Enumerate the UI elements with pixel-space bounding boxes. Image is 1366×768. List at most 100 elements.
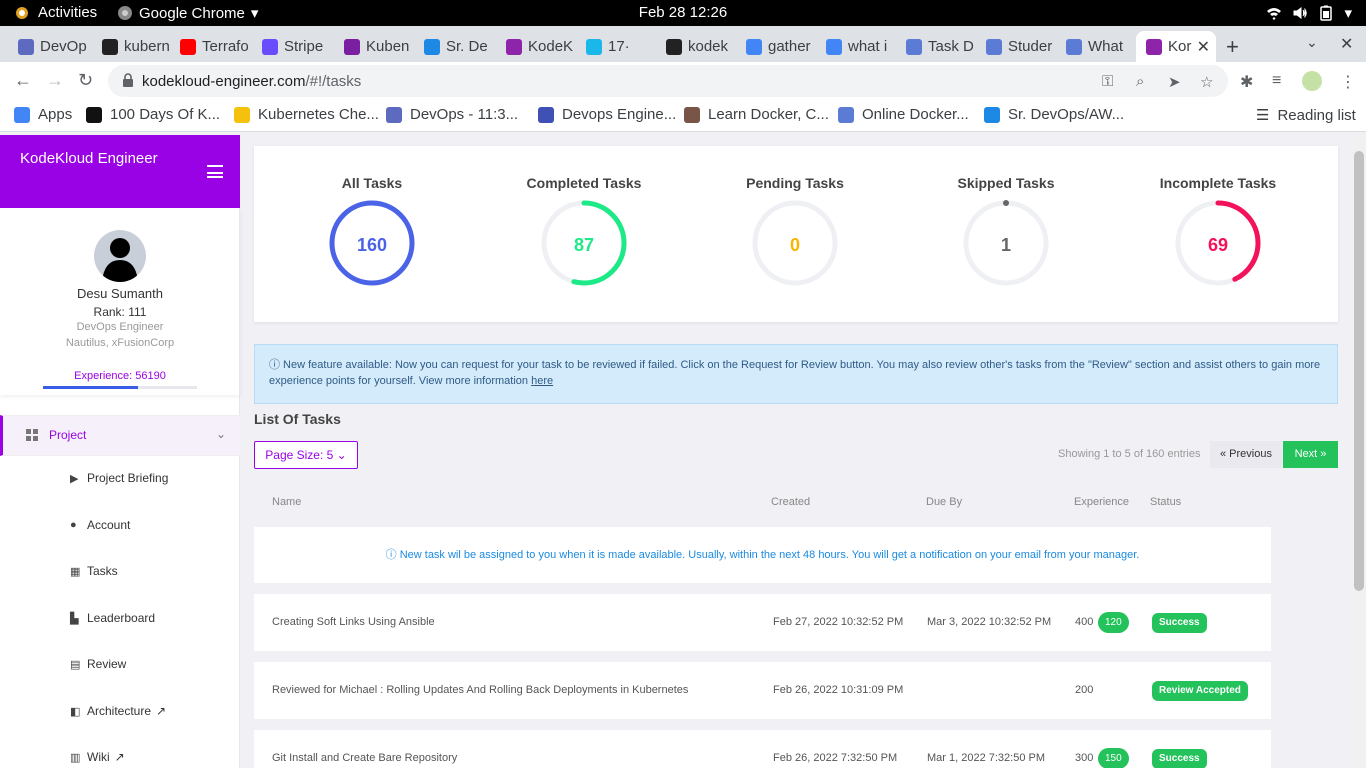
scrollbar-thumb[interactable] <box>1354 151 1364 591</box>
tab[interactable]: Stripe <box>252 31 334 62</box>
brand-title[interactable]: KodeKloud Engineer <box>20 150 158 167</box>
experience-progress-bar <box>43 386 197 389</box>
back-arrow-icon[interactable]: ← <box>14 70 32 91</box>
tab-close-icon[interactable]: ✕ <box>1197 37 1210 57</box>
bookmark-label: Devops Engine... <box>562 106 677 123</box>
task-name[interactable]: Creating Soft Links Using Ansible <box>272 616 435 628</box>
key-icon[interactable]: ⚿ <box>1102 73 1113 90</box>
tab-label: kubern <box>124 38 170 55</box>
zoom-icon[interactable]: ⌕ <box>1136 73 1144 90</box>
sidebar-item-architecture[interactable]: ◧ Architecture ↗ <box>70 704 166 718</box>
dashboard-icon <box>26 429 38 441</box>
task-name[interactable]: Reviewed for Michael : Rolling Updates A… <box>272 684 688 696</box>
tab[interactable]: What <box>1056 31 1136 62</box>
forward-arrow-icon[interactable]: → <box>46 70 64 91</box>
sidebar-item-leaderboard[interactable]: ▙ Leaderboard <box>70 611 155 625</box>
next-page-button[interactable]: Next » <box>1283 441 1338 468</box>
tab[interactable]: what i <box>816 31 896 62</box>
column-header-created: Created <box>771 496 811 508</box>
alert-link[interactable]: here <box>531 375 553 387</box>
sidebar-item-label: Architecture <box>87 704 152 718</box>
url-path: /#!/tasks <box>305 73 362 90</box>
reload-icon[interactable]: ↻ <box>78 70 93 91</box>
table-row[interactable]: Git Install and Create Bare Repository Fe… <box>254 730 1271 768</box>
page-size-dropdown[interactable]: Page Size: 5 ⌄ <box>254 441 358 469</box>
sidebar-item-review[interactable]: ▤ Review <box>70 657 126 671</box>
tab-search-icon[interactable]: ⌄ <box>1306 34 1318 51</box>
status-badge: Success <box>1152 749 1207 768</box>
system-tray[interactable]: ▾ <box>1266 4 1352 22</box>
address-bar[interactable]: kodekloud-engineer.com/#!/tasks ⚿ ⌕ ➤ ☆ <box>108 65 1228 97</box>
lock-icon <box>123 73 133 87</box>
tab[interactable]: Sr. De <box>414 31 496 62</box>
sidebar-item-label: Leaderboard <box>87 611 156 625</box>
favicon-icon <box>18 38 34 55</box>
wifi-icon <box>1267 8 1282 20</box>
bookmark-item[interactable]: Online Docker... <box>838 106 969 123</box>
favicon-icon <box>262 38 278 55</box>
user-org: Nautilus, xFusionCorp <box>65 337 175 349</box>
window-close-icon[interactable]: ✕ <box>1340 34 1353 54</box>
bookmark-item[interactable]: Devops Engine... <box>538 106 676 123</box>
reading-list-button[interactable]: ☰ Reading list <box>1256 106 1356 125</box>
sidebar-item-tasks[interactable]: ▦ Tasks <box>70 564 118 578</box>
user-role: DevOps Engineer <box>76 321 164 333</box>
chrome-icon <box>118 6 132 20</box>
bookmark-item[interactable]: Kubernetes Che... <box>234 106 379 123</box>
tab-label: Kuben <box>366 38 410 55</box>
task-name[interactable]: Git Install and Create Bare Repository <box>272 752 457 764</box>
app-menu[interactable]: Google Chrome ▾ <box>117 4 258 22</box>
tab[interactable]: gather <box>736 31 816 62</box>
bookmark-item[interactable]: Learn Docker, C... <box>684 106 829 123</box>
sidebar-item-project[interactable]: Project ⌄ <box>0 415 240 456</box>
tab[interactable]: 17· <box>576 31 656 62</box>
stat-label: Completed Tasks <box>526 175 642 191</box>
menu-dots-icon[interactable]: ⋮ <box>1340 72 1356 92</box>
tab[interactable]: kodek <box>656 31 736 62</box>
favicon-icon <box>386 106 402 123</box>
tab-label: Studer <box>1008 38 1053 55</box>
stat-value: 160 <box>356 235 388 255</box>
sidebar-item-project-briefing[interactable]: ▶ Project Briefing <box>70 471 168 485</box>
tab[interactable]: Task D <box>896 31 976 62</box>
bookmark-item[interactable]: Apps <box>14 106 72 123</box>
reading-list-label: Reading list <box>1277 106 1356 124</box>
bookmark-item[interactable]: DevOps - 11:3... <box>386 106 518 123</box>
profile-avatar[interactable] <box>1302 71 1322 91</box>
task-created: Feb 26, 2022 7:32:50 PM <box>773 752 898 764</box>
bookmark-label: Online Docker... <box>862 106 969 123</box>
sidebar-item-label: Review <box>87 657 127 671</box>
tab[interactable]: Studer <box>976 31 1056 62</box>
bookmark-item[interactable]: Sr. DevOps/AW... <box>984 106 1124 123</box>
url-host: kodekloud-engineer.com <box>142 73 306 90</box>
new-task-notice: ⓘ New task wil be assigned to you when i… <box>254 527 1271 583</box>
favicon-icon <box>344 38 360 55</box>
page-scrollbar[interactable] <box>1352 135 1366 768</box>
hamburger-menu-icon[interactable] <box>207 165 223 178</box>
tab-strip: DevOp kubern Terrafo Stripe Kuben Sr. De KodeK… <box>0 26 1366 62</box>
previous-page-button[interactable]: « Previous <box>1210 441 1282 468</box>
activities-button[interactable]: Activities <box>14 4 97 21</box>
sidebar-item-account[interactable]: ● Account <box>70 518 130 532</box>
tab-active[interactable]: Kor ✕ <box>1136 31 1216 62</box>
tab[interactable]: Terrafo <box>170 31 252 62</box>
table-row[interactable]: Reviewed for Michael : Rolling Updates A… <box>254 662 1271 719</box>
send-icon[interactable]: ➤ <box>1168 73 1181 91</box>
media-control-icon[interactable]: ≡ <box>1272 72 1281 90</box>
star-icon[interactable]: ☆ <box>1200 73 1213 91</box>
tab[interactable]: kubern <box>92 31 170 62</box>
bookmark-item[interactable]: 100 Days Of K... <box>86 106 220 123</box>
tab[interactable]: DevOp <box>8 31 92 62</box>
bookmark-label: Apps <box>38 106 73 123</box>
user-icon: ● <box>70 519 77 531</box>
stat-label: Pending Tasks <box>746 175 844 191</box>
new-tab-button[interactable]: + <box>1226 34 1239 60</box>
sidebar-item-wiki[interactable]: ▥ Wiki ↗ <box>70 750 125 764</box>
tab[interactable]: KodeK <box>496 31 576 62</box>
extensions-icon[interactable]: ✱ <box>1240 72 1253 92</box>
stat-label: Skipped Tasks <box>957 175 1055 191</box>
chevron-down-icon: ▾ <box>1344 5 1352 22</box>
tab[interactable]: Kuben <box>334 31 414 62</box>
favicon-icon <box>14 106 30 123</box>
table-row[interactable]: Creating Soft Links Using Ansible Feb 27,… <box>254 594 1271 651</box>
